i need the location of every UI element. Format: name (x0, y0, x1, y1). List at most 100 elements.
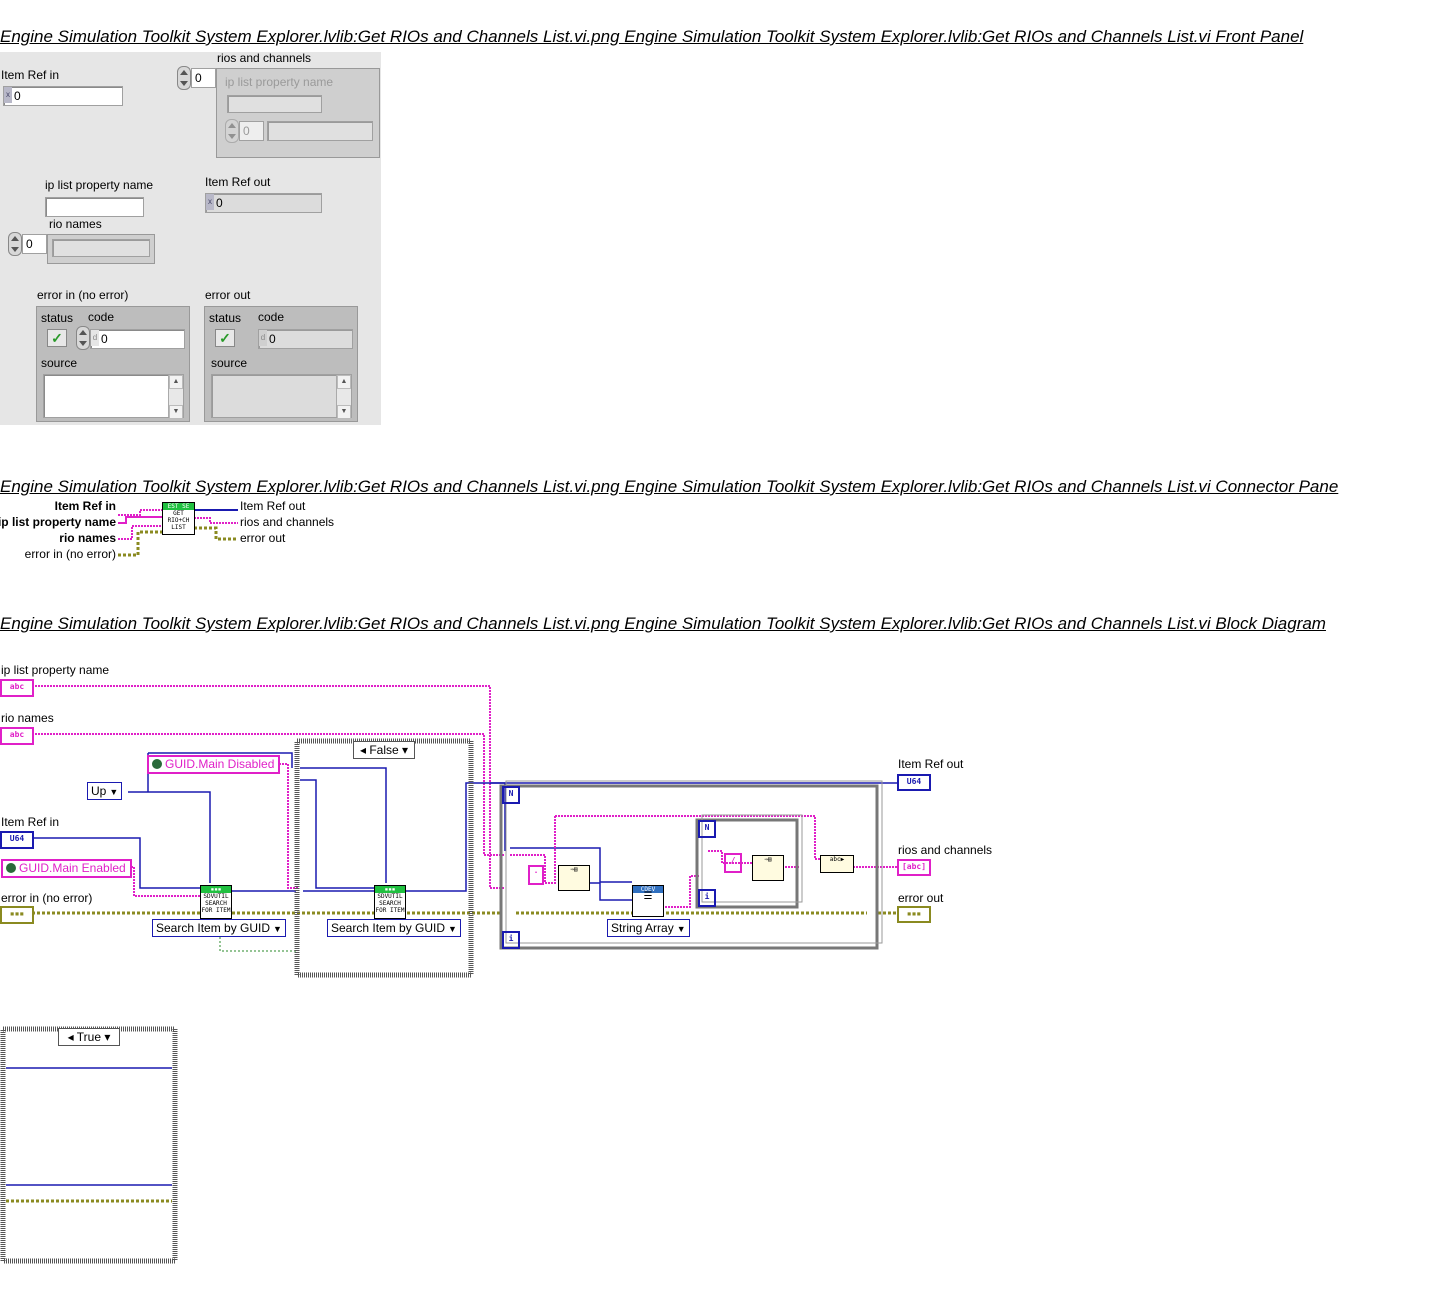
rio-names-element[interactable] (52, 239, 150, 257)
connector-input-ip-list: ip list property name (0, 515, 116, 529)
rios-array-index-spinner[interactable] (177, 66, 191, 90)
error-in-status-checkbox[interactable]: ✓ (47, 329, 67, 347)
error-out-cluster: status code ✓ d0 source ▲ ▼ (204, 306, 358, 422)
radix-icon: d (91, 330, 99, 346)
rios-and-channels-array: ip list property name 0 (216, 68, 380, 158)
item-ref-out-indicator: x0 (205, 193, 322, 213)
bd-rios-and-channels-terminal[interactable]: [abc] (897, 859, 931, 876)
case-selector-false[interactable]: ◂ False ▾ (353, 741, 415, 759)
error-in-code-label: code (88, 310, 115, 324)
item-ref-out-label: Item Ref out (205, 175, 271, 189)
bd-item-ref-in-terminal[interactable]: U64 (0, 831, 34, 849)
bd-ip-list-label: ip list property name (1, 663, 110, 677)
bd-item-ref-out-label: Item Ref out (898, 757, 964, 771)
bd-rio-names-label: rio names (1, 711, 54, 725)
error-out-status-label: status (209, 311, 242, 325)
connector-input-rio-names: rio names (59, 531, 116, 545)
error-in-label: error in (no error) (37, 288, 129, 302)
front-panel: Item Ref in x0 0 rios and channels ip li… (0, 51, 381, 425)
search-for-item-subvi-2[interactable]: ▪▪▪ SDVUTIL SEARCH FOR ITEM (374, 885, 406, 919)
case-true-frame: ◂ True ▾ (0, 1026, 178, 1264)
search-mode-ring-1[interactable]: Search Item by GUID ▼ (152, 919, 286, 937)
cdev-subvi[interactable]: CDEV ☰ (632, 885, 664, 917)
string-constant[interactable]: · (528, 865, 544, 885)
case-selector-true[interactable]: ◂ True ▾ (58, 1028, 120, 1046)
list-icon: ☰ (643, 891, 653, 902)
inner-match-pattern-function[interactable]: ⇒▤ (752, 855, 784, 881)
slash-string-constant[interactable]: / (724, 853, 742, 873)
bd-error-in-label: error in (no error) (1, 891, 93, 905)
error-out-source-scrollbar[interactable]: ▲ ▼ (336, 375, 351, 419)
block-diagram: ip list property name abc rio names abc … (0, 655, 1000, 985)
connector-pane: Item Ref in ip list property name rio na… (0, 498, 340, 564)
item-ref-in-control[interactable]: x0 (3, 86, 123, 106)
bd-error-out-label: error out (898, 891, 944, 905)
connector-input-error-in: error in (no error) (24, 547, 116, 561)
connector-output-error-out: error out (240, 531, 286, 545)
rios-array-index[interactable]: 0 (191, 68, 216, 88)
vi-icon-text: GET RIO+CH LIST (167, 510, 190, 531)
inner-loop-count-terminal: N (698, 820, 716, 838)
vi-icon: EST SE GET RIO+CH LIST (162, 502, 195, 535)
direction-ring[interactable]: Up ▼ (87, 782, 123, 800)
guid-main-enabled-constant[interactable]: GUID.Main Enabled (1, 859, 132, 878)
block-diagram-wires (32, 685, 897, 978)
ip-list-property-name-label: ip list property name (45, 178, 154, 192)
connector-pane-heading: Engine Simulation Toolkit System Explore… (0, 477, 1339, 496)
bd-item-ref-in-label: Item Ref in (1, 815, 60, 829)
concatenate-strings-function[interactable]: abc▶ (820, 855, 854, 873)
front-panel-heading: Engine Simulation Toolkit System Explore… (0, 27, 1304, 46)
error-in-status-label: status (41, 311, 74, 325)
item-ref-in-label: Item Ref in (1, 68, 60, 82)
vi-icon-banner: EST SE (163, 503, 194, 510)
error-out-status-indicator: ✓ (215, 329, 235, 347)
radix-icon: x (4, 87, 12, 103)
connector-output-rios-and-channels: rios and channels (240, 515, 335, 529)
error-in-source-label: source (41, 356, 78, 370)
subvi-banner: ▪▪▪ (201, 886, 231, 893)
rios-and-channels-label: rios and channels (217, 51, 312, 65)
error-out-source-field: ▲ ▼ (211, 374, 352, 419)
inner-index[interactable]: 0 (239, 121, 264, 141)
error-in-source-field[interactable]: ▲ ▼ (43, 374, 184, 419)
connector-input-item-ref-in: Item Ref in (54, 499, 116, 513)
bd-ip-list-terminal[interactable]: abc (0, 679, 34, 697)
error-in-cluster: status code ✓ d0 source ▲ ▼ (36, 306, 190, 422)
guid-main-disabled-constant[interactable]: GUID.Main Disabled (147, 755, 281, 774)
error-in-source-scrollbar[interactable]: ▲ ▼ (168, 375, 183, 419)
case-true-wires (0, 1026, 178, 1264)
radix-icon: d (259, 330, 267, 346)
error-out-code-field: d0 (258, 329, 353, 349)
globe-icon (152, 759, 162, 769)
rio-names-label: rio names (49, 217, 102, 231)
globe-icon (6, 863, 16, 873)
search-for-item-subvi-1[interactable]: ▪▪▪ SDVUTIL SEARCH FOR ITEM (200, 885, 232, 919)
search-mode-ring-2[interactable]: Search Item by GUID ▼ (327, 919, 461, 937)
error-in-code-field[interactable]: d0 (90, 329, 185, 349)
rio-names-array (47, 234, 155, 264)
error-in-code-spinner[interactable] (76, 326, 90, 350)
error-out-label: error out (205, 288, 251, 302)
bd-error-in-terminal[interactable]: ▪▪▪ (0, 906, 34, 924)
connector-output-item-ref-out: Item Ref out (240, 499, 306, 513)
for-loop-iteration-terminal: i (502, 931, 520, 949)
bd-error-out-terminal[interactable]: ▪▪▪ (897, 906, 931, 923)
radix-icon: x (206, 194, 214, 210)
output-type-ring[interactable]: String Array ▼ (607, 919, 690, 937)
bd-rio-names-terminal[interactable]: abc (0, 727, 34, 745)
ip-list-property-name-control[interactable] (45, 197, 144, 217)
inner-ip-list-field (227, 95, 322, 113)
block-diagram-heading: Engine Simulation Toolkit System Explore… (0, 614, 1326, 633)
error-out-code-label: code (258, 310, 285, 324)
inner-array-element (267, 121, 373, 141)
rio-names-index[interactable]: 0 (22, 234, 47, 254)
error-out-source-label: source (211, 356, 248, 370)
inner-ip-list-label: ip list property name (225, 75, 334, 89)
rio-names-index-spinner[interactable] (8, 232, 22, 256)
subvi-banner: ▪▪▪ (375, 886, 405, 893)
inner-loop-iteration-terminal: i (698, 889, 716, 907)
bd-rios-and-channels-label: rios and channels (898, 843, 993, 857)
match-pattern-function[interactable]: ⇒▤ (558, 865, 590, 891)
bd-item-ref-out-terminal[interactable]: U64 (897, 774, 931, 791)
inner-index-spinner[interactable] (225, 119, 239, 143)
